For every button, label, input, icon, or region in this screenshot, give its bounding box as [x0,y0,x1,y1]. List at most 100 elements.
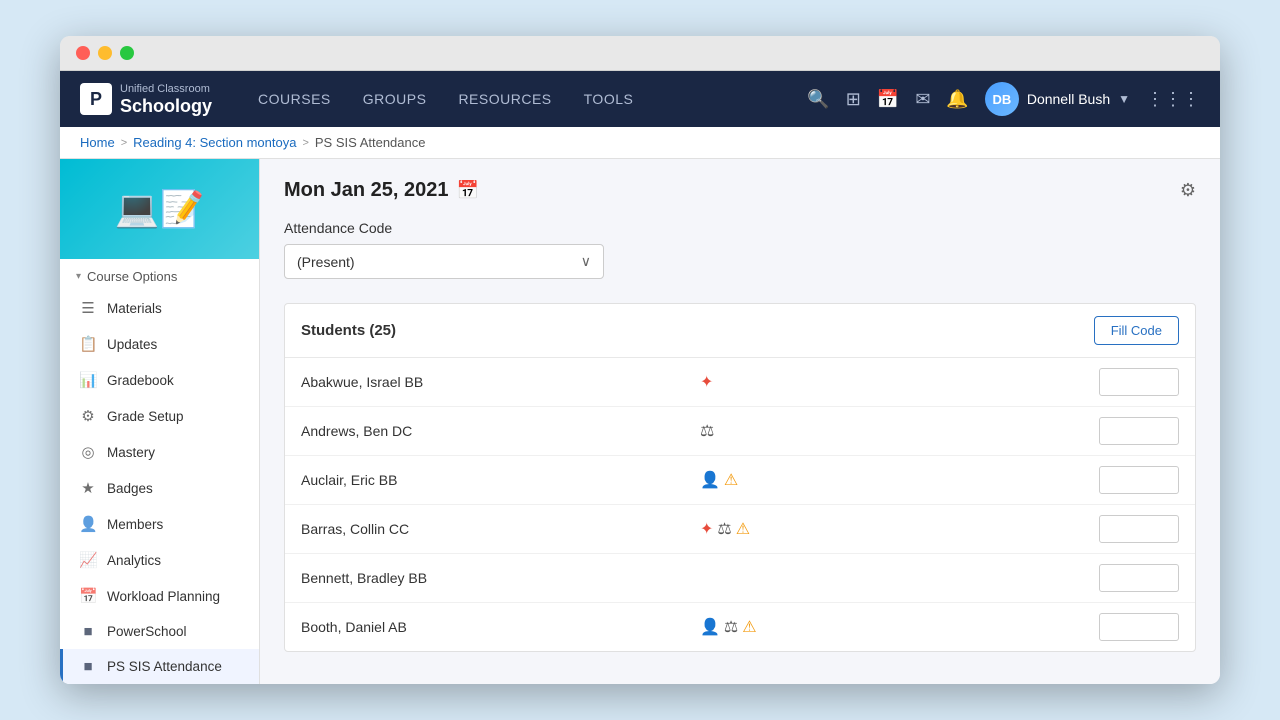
attendance-section: Attendance Code (Present) ∨ [284,220,1196,279]
sidebar-item-badges[interactable]: ★ Badges [60,470,259,506]
gradebook-icon: 📊 [79,371,97,389]
sidebar-item-members[interactable]: 👤 Members [60,506,259,542]
grade-setup-icon: ⚙ [79,407,97,425]
warning-icon: ⚠ [724,470,738,490]
person-icon: 👤 [700,470,720,490]
attendance-input[interactable] [1099,368,1179,396]
logo-icon: P [80,83,112,115]
sidebar-label-updates: Updates [107,337,157,352]
breadcrumb-sep2: > [302,137,308,149]
search-icon[interactable]: 🔍 [807,89,829,110]
students-section: Students (25) Fill Code Abakwue, Israel … [284,303,1196,652]
table-row: Abakwue, Israel BB ✦ [285,358,1195,407]
mastery-icon: ◎ [79,443,97,461]
workload-icon: 📅 [79,587,97,605]
sidebar-item-mastery[interactable]: ◎ Mastery [60,434,259,470]
sidebar-item-updates[interactable]: 📋 Updates [60,326,259,362]
user-area[interactable]: DB Donnell Bush ▼ [985,82,1130,116]
main-layout: 💻📝 ▾ Course Options ☰ Materials 📋 Update… [60,159,1220,684]
person-icon: 👤 [700,617,720,637]
table-row: Bennett, Bradley BB [285,554,1195,603]
browser-window: P Unified Classroom Schoology COURSES GR… [60,36,1220,684]
students-header: Students (25) Fill Code [285,304,1195,358]
students-title: Students (25) [301,322,396,339]
sidebar-label-materials: Materials [107,301,162,316]
warning-icon: ⚠ [736,519,750,539]
student-name: Bennett, Bradley BB [301,570,692,586]
nav-links: COURSES GROUPS RESOURCES TOOLS [242,71,807,127]
sidebar-label-analytics: Analytics [107,553,161,568]
attendance-input[interactable] [1099,613,1179,641]
sidebar-item-analytics[interactable]: 📈 Analytics [60,542,259,578]
user-name: Donnell Bush [1027,91,1110,107]
apps-grid-icon[interactable]: ⋮⋮⋮ [1146,89,1200,110]
nav-courses[interactable]: COURSES [242,71,347,127]
student-name: Booth, Daniel AB [301,619,692,635]
badges-icon: ★ [79,479,97,497]
sidebar: 💻📝 ▾ Course Options ☰ Materials 📋 Update… [60,159,260,684]
course-options[interactable]: ▾ Course Options [60,259,259,290]
nav-tools[interactable]: TOOLS [568,71,650,127]
student-icons: 👤 ⚖ ⚠ [700,617,1091,637]
table-row: Barras, Collin CC ✦ ⚖ ⚠ [285,505,1195,554]
breadcrumb-home[interactable]: Home [80,135,115,150]
close-button[interactable] [76,46,90,60]
minimize-button[interactable] [98,46,112,60]
attendance-input[interactable] [1099,466,1179,494]
medical-icon: ✦ [700,519,713,539]
logo-area: P Unified Classroom Schoology [80,81,212,118]
content-header: Mon Jan 25, 2021 📅 ⚙ [284,179,1196,202]
members-icon: 👤 [79,515,97,533]
top-nav: P Unified Classroom Schoology COURSES GR… [60,71,1220,127]
student-icons: 👤 ⚠ [700,470,1091,490]
ps-sis-icon: ■ [79,658,97,675]
logo-subtitle: Unified Classroom [120,83,210,95]
breadcrumb-sep1: > [121,137,127,149]
sidebar-label-badges: Badges [107,481,153,496]
course-options-label: Course Options [87,269,177,284]
nav-right: 🔍 ⊞ 📅 ✉ 🔔 DB Donnell Bush ▼ ⋮⋮⋮ [807,82,1200,116]
calendar-icon[interactable]: 📅 [877,89,899,110]
calendar-date-icon[interactable]: 📅 [457,180,479,201]
sidebar-item-workload-planning[interactable]: 📅 Workload Planning [60,578,259,614]
materials-icon: ☰ [79,299,97,317]
sidebar-item-materials[interactable]: ☰ Materials [60,290,259,326]
attendance-code-dropdown[interactable]: (Present) ∨ [284,244,604,279]
sidebar-label-powerschool: PowerSchool [107,624,187,639]
chevron-down-icon: ▼ [1118,92,1130,106]
breadcrumb-current: PS SIS Attendance [315,135,426,150]
sidebar-item-grade-setup[interactable]: ⚙ Grade Setup [60,398,259,434]
student-name: Auclair, Eric BB [301,472,692,488]
table-row: Auclair, Eric BB 👤 ⚠ [285,456,1195,505]
attendance-input[interactable] [1099,515,1179,543]
user-avatar: DB [985,82,1019,116]
sidebar-item-gradebook[interactable]: 📊 Gradebook [60,362,259,398]
settings-icon[interactable]: ⚙ [1180,180,1196,201]
mail-icon[interactable]: ✉ [915,89,930,110]
bell-icon[interactable]: 🔔 [946,89,968,110]
sidebar-item-ps-sis-attendance[interactable]: ■ PS SIS Attendance [60,649,259,684]
grid-icon[interactable]: ⊞ [846,89,861,110]
table-row: Booth, Daniel AB 👤 ⚖ ⚠ [285,603,1195,651]
nav-groups[interactable]: GROUPS [347,71,443,127]
warning-icon: ⚠ [742,617,756,637]
student-name: Barras, Collin CC [301,521,692,537]
breadcrumb-section[interactable]: Reading 4: Section montoya [133,135,296,150]
app-name: Schoology [120,96,212,118]
analytics-icon: 📈 [79,551,97,569]
sidebar-item-powerschool[interactable]: ■ PowerSchool [60,614,259,649]
student-icons: ⚖ [700,421,1091,441]
course-options-arrow: ▾ [76,271,81,282]
student-name: Andrews, Ben DC [301,423,692,439]
date-text: Mon Jan 25, 2021 [284,179,449,202]
browser-titlebar [60,36,1220,71]
updates-icon: 📋 [79,335,97,353]
fill-code-button[interactable]: Fill Code [1094,316,1179,345]
attendance-input[interactable] [1099,417,1179,445]
maximize-button[interactable] [120,46,134,60]
scale-icon: ⚖ [717,519,731,539]
sidebar-label-mastery: Mastery [107,445,155,460]
attendance-input[interactable] [1099,564,1179,592]
nav-resources[interactable]: RESOURCES [442,71,567,127]
sidebar-label-workload: Workload Planning [107,589,220,604]
